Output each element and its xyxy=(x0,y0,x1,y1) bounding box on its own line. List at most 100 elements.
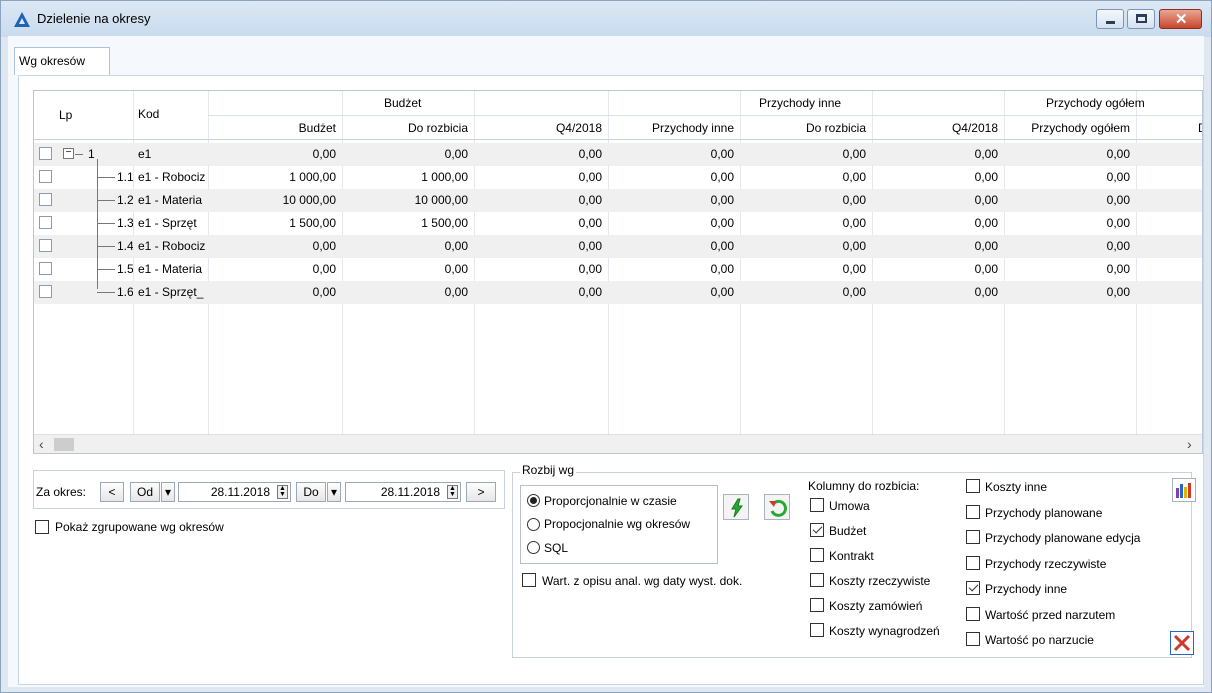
split-legend: Rozbij wg xyxy=(520,463,577,477)
cell-kod: e1 - Robociz xyxy=(138,239,206,253)
split-proportional-periods-radio[interactable] xyxy=(527,518,540,531)
split-proportional-time-radio[interactable] xyxy=(527,494,540,507)
column-checkbox[interactable] xyxy=(810,598,824,612)
column-checkbox-label: Przychody planowane edycja xyxy=(985,531,1141,545)
column-checkbox[interactable] xyxy=(966,504,980,519)
row-select-checkbox[interactable] xyxy=(39,147,52,160)
table-row[interactable]: − 1 e1 0,00 0,00 0,00 0,00 0,00 0,00 0,00 xyxy=(34,143,1202,166)
header-kod[interactable]: Kod xyxy=(138,107,159,121)
undo-split-button[interactable] xyxy=(764,494,790,520)
horizontal-scrollbar[interactable]: ‹ › xyxy=(34,434,1202,453)
table-row[interactable]: 1.5 e1 - Materia 0,00 0,00 0,00 0,00 0,00 0,00 0… xyxy=(34,258,1202,281)
cell-q4-2: 0,00 xyxy=(974,239,998,253)
collapse-icon[interactable]: − xyxy=(63,148,74,159)
column-checkbox[interactable] xyxy=(810,623,824,637)
header-lp[interactable]: Lp xyxy=(59,108,72,122)
to-type-select[interactable]: Do xyxy=(296,482,326,502)
split-sql-radio[interactable] xyxy=(527,541,540,554)
cell-budzet: 0,00 xyxy=(312,239,336,253)
row-select-checkbox[interactable] xyxy=(39,216,52,229)
to-dropdown-icon[interactable]: ▾ xyxy=(327,482,341,502)
cell-do-rozbicia: 0,00 xyxy=(444,262,468,276)
cell-przych-ogolem: 0,00 xyxy=(1106,262,1130,276)
table-row[interactable]: 1.3 e1 - Sprzęt 1 500,00 1 500,00 0,00 0,00 0,… xyxy=(34,212,1202,235)
header-q4-2018-2[interactable]: Q4/2018 xyxy=(872,121,998,135)
to-date-spinner-icon[interactable]: ▲ ▼ xyxy=(447,485,458,499)
cell-q4: 0,00 xyxy=(578,285,602,299)
from-type-select[interactable]: Od xyxy=(130,482,160,502)
minimize-button[interactable] xyxy=(1096,9,1124,29)
table-row[interactable]: 1.6 e1 - Sprzęt_ 0,00 0,00 0,00 0,00 0,00 0,00 0… xyxy=(34,281,1202,304)
column-checkbox[interactable] xyxy=(966,632,980,646)
app-logo-icon xyxy=(14,12,30,27)
close-dialog-button[interactable] xyxy=(1170,631,1194,655)
to-date-field[interactable]: 28.11.2018 ▲ ▼ xyxy=(345,482,461,502)
scroll-left-icon[interactable]: ‹ xyxy=(39,436,44,452)
chart-button[interactable] xyxy=(1172,478,1196,502)
column-checkbox[interactable] xyxy=(966,555,980,570)
window-title: Dzielenie na okresy xyxy=(37,11,151,26)
column-checkbox-label: Kontrakt xyxy=(829,549,874,563)
cell-przych-inne: 0,00 xyxy=(710,193,734,207)
scroll-right-icon[interactable]: › xyxy=(1187,436,1192,452)
header-budzet[interactable]: Budżet xyxy=(208,121,336,135)
run-split-button[interactable] xyxy=(723,494,749,520)
cell-przych-inne: 0,00 xyxy=(710,285,734,299)
scroll-thumb[interactable] xyxy=(54,438,74,451)
header-partial[interactable]: D xyxy=(1198,121,1202,135)
show-grouped-checkbox[interactable] xyxy=(35,520,49,534)
cell-q4: 0,00 xyxy=(578,147,602,161)
column-checkbox[interactable] xyxy=(810,523,824,537)
row-select-checkbox[interactable] xyxy=(39,285,52,298)
table-row[interactable]: 1.1 e1 - Robociz 1 000,00 1 000,00 0,00 0,00 0… xyxy=(34,166,1202,189)
table-row[interactable]: 1.2 e1 - Materia 10 000,00 10 000,00 0,00 0,0… xyxy=(34,189,1202,212)
cell-budzet: 0,00 xyxy=(312,147,336,161)
maximize-button[interactable] xyxy=(1127,9,1155,29)
column-checkbox-label: Wartość przed narzutem xyxy=(985,607,1116,622)
from-date-field[interactable]: 28.11.2018 ▲ ▼ xyxy=(178,482,291,502)
table-row[interactable]: 1.4 e1 - Robociz 0,00 0,00 0,00 0,00 0,00 0,00 0… xyxy=(34,235,1202,258)
cell-lp: 1.4 xyxy=(117,239,133,253)
column-checkbox-label: Koszty inne xyxy=(985,480,1048,494)
row-select-checkbox[interactable] xyxy=(39,170,52,183)
header-do-rozbicia[interactable]: Do rozbicia xyxy=(342,121,468,135)
header-przychody-ogolem[interactable]: Przychody ogółem xyxy=(1004,121,1130,135)
tab-wg-okresow[interactable]: Wg okresów xyxy=(14,47,110,75)
periods-grid[interactable]: Lp Kod Budżet Przychody inne Przychody o… xyxy=(33,90,1203,454)
row-select-checkbox[interactable] xyxy=(39,262,52,275)
from-date-spinner-icon[interactable]: ▲ ▼ xyxy=(277,485,288,499)
title-bar[interactable]: Dzielenie na okresy ✕ xyxy=(1,1,1211,37)
header-q4-2018[interactable]: Q4/2018 xyxy=(474,121,602,135)
cell-q4-2: 0,00 xyxy=(974,216,998,230)
column-checkbox[interactable] xyxy=(966,530,980,544)
prev-period-button[interactable]: < xyxy=(100,482,124,502)
column-checkbox[interactable] xyxy=(966,606,980,621)
from-date-value: 28.11.2018 xyxy=(210,485,270,499)
column-checkbox-label: Koszty wynagrodzeń xyxy=(829,624,940,638)
row-select-checkbox[interactable] xyxy=(39,193,52,206)
next-period-button[interactable]: > xyxy=(466,482,496,502)
column-checkbox[interactable] xyxy=(810,573,824,587)
cell-q4: 0,00 xyxy=(578,216,602,230)
column-checkbox-label: Umowa xyxy=(829,499,870,513)
close-window-button[interactable]: ✕ xyxy=(1159,9,1202,29)
cell-q4-2: 0,00 xyxy=(974,262,998,276)
column-checkbox[interactable] xyxy=(810,548,824,562)
description-values-label: Wart. z opisu anal. wg daty wyst. dok. xyxy=(542,574,743,588)
column-checkbox[interactable] xyxy=(966,479,980,493)
column-checkbox[interactable] xyxy=(810,498,824,512)
from-dropdown-icon[interactable]: ▾ xyxy=(161,482,175,502)
column-checkbox[interactable] xyxy=(966,581,980,595)
cell-przych-inne: 0,00 xyxy=(710,262,734,276)
cell-kod: e1 - Robociz xyxy=(138,170,206,184)
cell-kod: e1 - Materia xyxy=(138,262,203,276)
description-values-checkbox[interactable] xyxy=(522,573,536,587)
cell-przych-ogolem: 0,00 xyxy=(1106,239,1130,253)
undo-icon xyxy=(769,499,787,517)
bar-chart-icon xyxy=(1176,483,1191,498)
header-do-rozbicia-2[interactable]: Do rozbicia xyxy=(740,121,866,135)
split-proportional-periods-label: Propocjonalnie wg okresów xyxy=(544,517,691,531)
cell-do-rozbicia2: 0,00 xyxy=(842,216,866,230)
header-przychody-inne[interactable]: Przychody inne xyxy=(608,121,734,135)
row-select-checkbox[interactable] xyxy=(39,239,52,252)
